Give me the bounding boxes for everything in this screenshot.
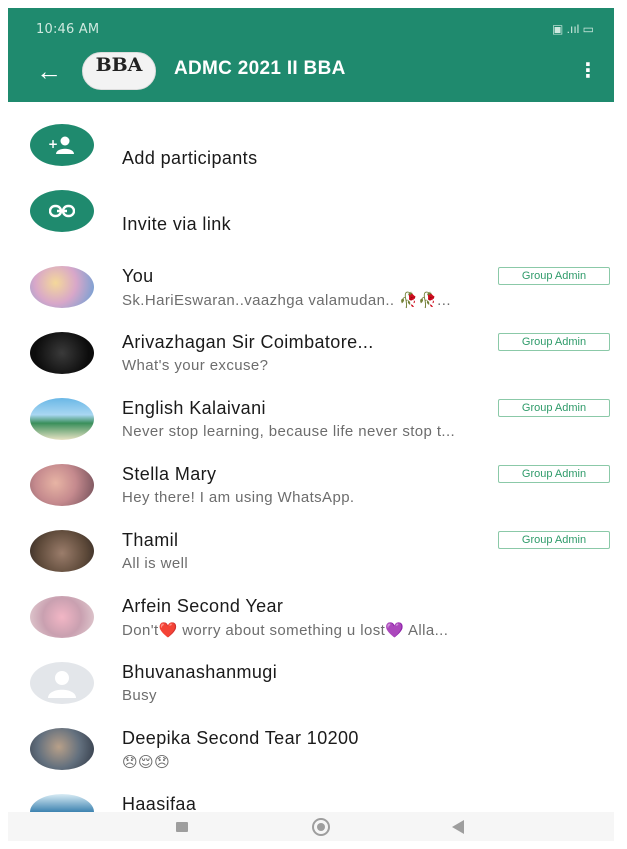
status-time: 10:46 AM bbox=[36, 22, 100, 37]
participant-status: Sk.HariEswaran..vaazhga valamudan.. 🥀🥀..… bbox=[122, 292, 451, 309]
avatar[interactable] bbox=[30, 266, 94, 308]
avatar[interactable] bbox=[30, 530, 94, 572]
participant-name: Arfein Second Year bbox=[122, 596, 284, 616]
participant-name: English Kalaivani bbox=[122, 398, 266, 418]
participant-name: Stella Mary bbox=[122, 464, 217, 484]
system-indicators: ▣ .ııl ▭ bbox=[551, 22, 594, 36]
avatar[interactable] bbox=[30, 728, 94, 770]
system-nav-bar bbox=[8, 812, 614, 841]
participant-status: Never stop learning, because life never … bbox=[122, 423, 456, 440]
recent-apps-icon[interactable] bbox=[176, 822, 188, 832]
participant-row[interactable]: Deepika Second Tear 10200 😞😌😞 bbox=[8, 708, 614, 774]
link-icon bbox=[30, 190, 94, 232]
participant-name: Deepika Second Tear 10200 bbox=[122, 728, 359, 748]
participant-name: Thamil bbox=[122, 530, 179, 550]
avatar[interactable] bbox=[30, 464, 94, 506]
app-bar: ← BBA ADMC 2021 II BBA ⋮ bbox=[8, 52, 614, 98]
status-bar: 10:46 AM ▣ .ııl ▭ bbox=[8, 22, 614, 42]
default-person-icon bbox=[48, 671, 76, 698]
screen: 10:46 AM ▣ .ııl ▭ ← BBA ADMC 2021 II BBA… bbox=[8, 8, 614, 841]
home-icon[interactable] bbox=[312, 818, 330, 836]
arrow-left-icon[interactable]: ← bbox=[36, 56, 62, 86]
participant-row[interactable]: Bhuvanashanmugi Busy bbox=[8, 642, 614, 708]
add-participants-row[interactable]: + Add participants bbox=[8, 114, 614, 180]
participant-row[interactable]: Arfein Second Year Don't❤️ worry about s… bbox=[8, 576, 614, 642]
add-person-icon: + bbox=[30, 124, 94, 166]
group-avatar[interactable]: BBA bbox=[82, 52, 156, 90]
participant-status: Don't❤️ worry about something u lost💜 Al… bbox=[122, 622, 449, 639]
invite-via-link-row[interactable]: Invite via link bbox=[8, 180, 614, 246]
svg-text:+: + bbox=[48, 137, 58, 151]
group-admin-badge: Group Admin bbox=[498, 267, 610, 285]
participant-name: Arivazhagan Sir Coimbatore... bbox=[122, 332, 374, 352]
header: 10:46 AM ▣ .ııl ▭ ← BBA ADMC 2021 II BBA… bbox=[8, 8, 614, 102]
participant-row[interactable]: Arivazhagan Sir Coimbatore... What's you… bbox=[8, 312, 614, 378]
participant-row[interactable]: English Kalaivani Never stop learning, b… bbox=[8, 378, 614, 444]
participant-row[interactable]: Stella Mary Hey there! I am using WhatsA… bbox=[8, 444, 614, 510]
group-avatar-text: BBA bbox=[95, 54, 143, 76]
participant-status: Busy bbox=[122, 687, 157, 704]
avatar[interactable] bbox=[30, 596, 94, 638]
group-name[interactable]: ADMC 2021 II BBA bbox=[174, 58, 346, 80]
avatar[interactable] bbox=[30, 662, 94, 704]
invite-via-link-label: Invite via link bbox=[122, 214, 232, 234]
participant-name: You bbox=[122, 266, 154, 286]
participant-row[interactable]: Thamil All is well Group Admin bbox=[8, 510, 614, 576]
group-admin-badge: Group Admin bbox=[498, 399, 610, 417]
avatar[interactable] bbox=[30, 332, 94, 374]
participant-status: All is well bbox=[122, 555, 189, 572]
participant-name: Bhuvanashanmugi bbox=[122, 662, 278, 682]
back-triangle-icon[interactable] bbox=[452, 820, 464, 834]
add-participants-label: Add participants bbox=[122, 148, 258, 168]
group-admin-badge: Group Admin bbox=[498, 465, 610, 483]
participant-status: Hey there! I am using WhatsApp. bbox=[122, 489, 355, 506]
more-vert-icon[interactable]: ⋮ bbox=[578, 58, 598, 83]
group-admin-badge: Group Admin bbox=[498, 333, 610, 351]
participant-status: 😞😌😞 bbox=[122, 754, 171, 771]
group-admin-badge: Group Admin bbox=[498, 531, 610, 549]
participant-row[interactable]: You Sk.HariEswaran..vaazhga valamudan.. … bbox=[8, 246, 614, 312]
avatar[interactable] bbox=[30, 398, 94, 440]
participant-status: What's your excuse? bbox=[122, 357, 269, 374]
